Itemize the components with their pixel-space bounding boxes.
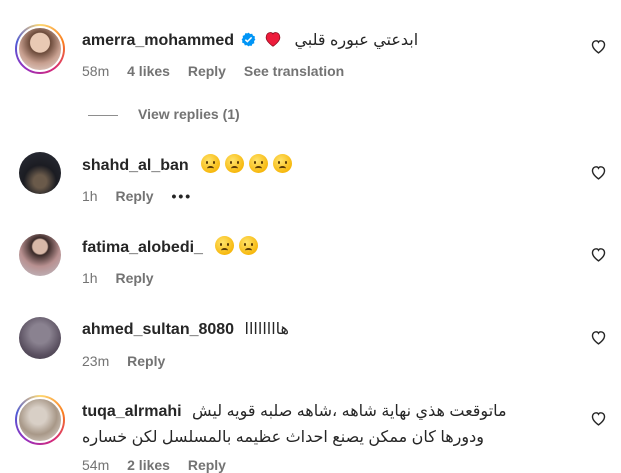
comment-text: ودورها كان ممكن يصنع احداث عظيمه بالمسلس…	[82, 429, 484, 446]
red-heart-emoji-icon	[265, 32, 281, 47]
comment-text: هاااااااا	[244, 321, 289, 338]
comment-line-2: ودورها كان ممكن يصنع احداث عظيمه بالمسلس…	[82, 427, 484, 449]
timestamp: 1h	[82, 270, 98, 286]
reply-button[interactable]: Reply	[115, 188, 153, 204]
comment-meta: 1h Reply	[82, 270, 168, 286]
sad-face-emoji	[273, 154, 293, 173]
comment-text: ماتوقعت هذي نهاية شاهه ،شاهه صلبه قويه ل…	[192, 403, 507, 420]
username[interactable]: tuqa_alrmahi	[82, 403, 182, 420]
reply-button[interactable]: Reply	[188, 63, 226, 79]
heart-outline-icon[interactable]	[590, 38, 607, 55]
divider	[88, 114, 118, 116]
heart-outline-icon[interactable]	[590, 410, 607, 427]
emoji-group	[201, 154, 297, 174]
avatar[interactable]	[19, 152, 61, 194]
username[interactable]: shahd_al_ban	[82, 157, 189, 174]
view-replies-button[interactable]: View replies (1)	[88, 106, 240, 122]
timestamp: 1h	[82, 188, 98, 204]
timestamp: 58m	[82, 63, 110, 79]
comment-line: fatima_alobedi_	[82, 236, 263, 259]
avatar[interactable]	[15, 24, 65, 74]
comment-meta: 23m Reply	[82, 353, 179, 369]
sad-face-emoji	[249, 154, 269, 173]
heart-outline-icon[interactable]	[590, 246, 607, 263]
reply-button[interactable]: Reply	[127, 353, 165, 369]
sad-face-emoji	[225, 154, 245, 173]
comment-line: tuqa_alrmahi ماتوقعت هذي نهاية شاهه ،شاه…	[82, 401, 507, 423]
view-replies-label: View replies (1)	[138, 106, 240, 122]
avatar[interactable]	[19, 234, 61, 276]
username[interactable]: fatima_alobedi_	[82, 239, 203, 256]
timestamp: 23m	[82, 353, 110, 369]
emoji-group	[215, 236, 263, 256]
username[interactable]: amerra_mohammed	[82, 32, 234, 49]
comment-text: ابدعتي عبوره قلبي	[294, 32, 419, 49]
comment-line: amerra_mohammed ابدعتي عبوره قلبي	[82, 30, 418, 52]
heart-outline-icon[interactable]	[590, 329, 607, 346]
likes-count[interactable]: 4 likes	[127, 63, 170, 79]
sad-face-emoji	[201, 154, 221, 173]
avatar[interactable]	[19, 317, 61, 359]
see-translation-link[interactable]: See translation	[244, 63, 344, 79]
sad-face-emoji	[215, 236, 235, 255]
comment-line: ahmed_sultan_8080 هاااااااا	[82, 319, 289, 341]
reply-button[interactable]: Reply	[115, 270, 153, 286]
sad-face-emoji	[239, 236, 259, 255]
verified-badge-icon	[241, 32, 255, 47]
heart-outline-icon[interactable]	[590, 164, 607, 181]
comment-meta: 1h Reply •••	[82, 188, 206, 204]
comment-meta: 58m 4 likes Reply See translation	[82, 63, 358, 79]
username[interactable]: ahmed_sultan_8080	[82, 321, 234, 338]
more-options-icon[interactable]: •••	[171, 188, 192, 204]
comment-line: shahd_al_ban	[82, 154, 297, 177]
avatar[interactable]	[15, 395, 65, 445]
